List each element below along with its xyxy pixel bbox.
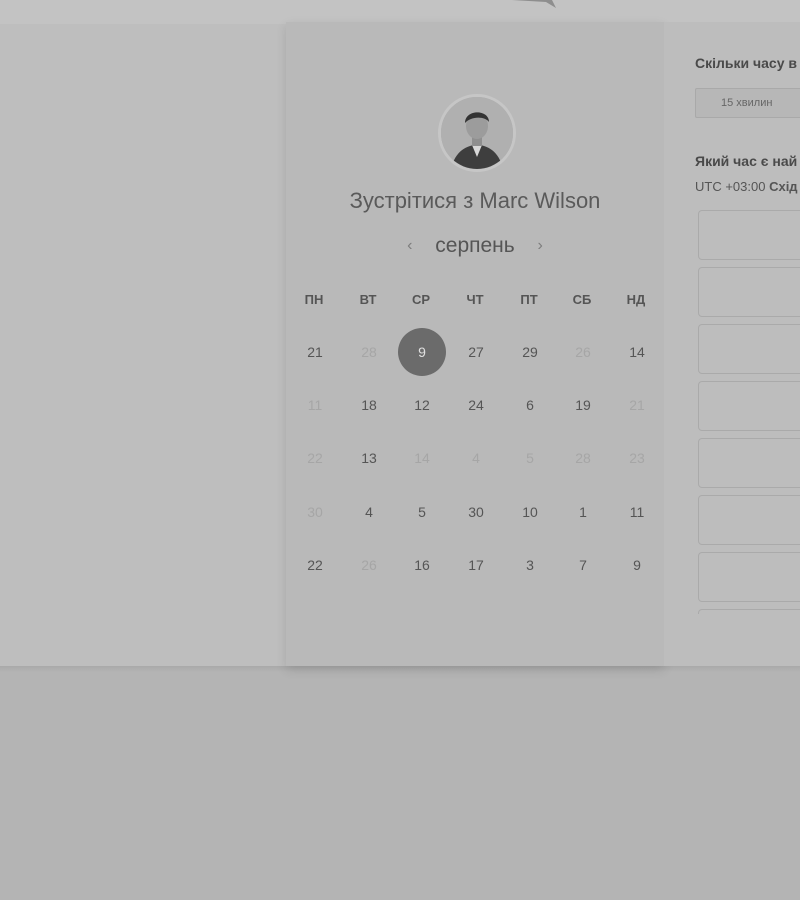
calendar-day[interactable]: 3 [506, 541, 554, 589]
calendar-day[interactable]: 6 [506, 381, 554, 429]
calendar-day[interactable]: 13 [345, 434, 393, 482]
calendar-day: 11 [307, 397, 323, 413]
calendar-panel: Зустрітися з Marc Wilson ‹ серпень › ПН … [286, 22, 664, 666]
time-slot-button[interactable] [698, 381, 800, 431]
calendar-day[interactable]: 12 [398, 381, 446, 429]
calendar-day[interactable]: 4 [345, 488, 393, 536]
calendar-day[interactable]: 7 [559, 541, 607, 589]
timezone-label: UTC +03:00 Схід [695, 179, 798, 194]
calendar-day[interactable]: 9 [613, 541, 661, 589]
time-slot-button[interactable] [698, 324, 800, 374]
calendar-day: 28 [361, 344, 377, 360]
time-slot-list [698, 210, 800, 614]
calendar-day[interactable]: 11 [613, 488, 661, 536]
timezone-offset: UTC +03:00 [695, 179, 766, 194]
calendar-day: 23 [629, 450, 645, 466]
calendar-day[interactable]: 5 [398, 488, 446, 536]
timezone-name: Схід [769, 179, 798, 194]
top-arrow-icon [512, 0, 556, 8]
calendar-day[interactable]: 1 [559, 488, 607, 536]
calendar-day: 26 [361, 557, 377, 573]
calendar-day[interactable]: 18 [345, 381, 393, 429]
calendar-day[interactable]: 30 [452, 488, 500, 536]
calendar-day[interactable]: 16 [398, 541, 446, 589]
time-slot-button[interactable] [698, 438, 800, 488]
top-strip [0, 0, 800, 24]
calendar-day[interactable]: 29 [506, 328, 554, 376]
time-slot-button[interactable] [698, 210, 800, 260]
calendar-day[interactable]: 22 [291, 541, 339, 589]
calendar-day: 28 [575, 450, 591, 466]
booking-panel: Скільки часу в 15 хвилин Який час є най … [664, 22, 800, 666]
calendar-day: 22 [307, 450, 323, 466]
calendar-day[interactable]: 14 [613, 328, 661, 376]
duration-question: Скільки часу в [695, 55, 797, 71]
duration-option-button[interactable]: 15 хвилин [695, 88, 800, 118]
calendar-day: 14 [414, 450, 430, 466]
time-slot-button[interactable] [698, 267, 800, 317]
time-slot-button[interactable] [698, 609, 800, 614]
calendar-day: 21 [629, 397, 645, 413]
calendar-day: 26 [575, 344, 591, 360]
time-slot-button[interactable] [698, 495, 800, 545]
time-slot-button[interactable] [698, 552, 800, 602]
time-question: Який час є най [695, 153, 798, 169]
calendar-day-selected[interactable]: 9 [398, 328, 446, 376]
calendar-day: 30 [307, 504, 323, 520]
calendar-day: 5 [526, 450, 534, 466]
calendar-day: 4 [472, 450, 480, 466]
calendar-day[interactable]: 24 [452, 381, 500, 429]
calendar-day[interactable]: 17 [452, 541, 500, 589]
calendar-day[interactable]: 21 [291, 328, 339, 376]
calendar-day[interactable]: 10 [506, 488, 554, 536]
calendar-day[interactable]: 27 [452, 328, 500, 376]
calendar-day[interactable]: 19 [559, 381, 607, 429]
panel-shadow [0, 666, 800, 672]
day-grid: 21 28 9 27 29 26 14 11 18 12 24 6 19 21 22 13 14 4 5 28 23 30… [286, 22, 664, 666]
